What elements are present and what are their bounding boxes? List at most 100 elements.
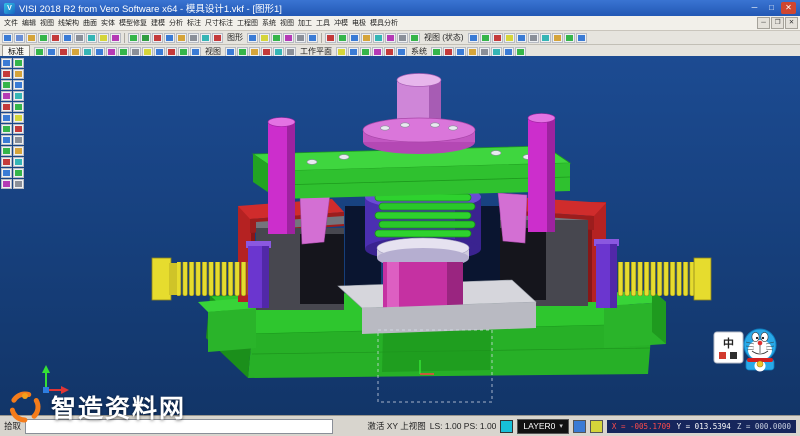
- toolbar-icon[interactable]: [349, 33, 360, 43]
- toolbar-icon[interactable]: [273, 47, 284, 57]
- toolbar-icon[interactable]: [94, 47, 105, 57]
- menu-item[interactable]: 文件: [2, 18, 20, 28]
- palette-icon[interactable]: [13, 58, 24, 68]
- palette-icon[interactable]: [13, 113, 24, 123]
- green-spring[interactable]: [375, 194, 475, 237]
- toolbar-icon[interactable]: [455, 47, 466, 57]
- palette-icon[interactable]: [13, 80, 24, 90]
- toolbar-icon[interactable]: [74, 33, 85, 43]
- toolbar-icon[interactable]: [140, 33, 151, 43]
- palette-icon[interactable]: [1, 69, 12, 79]
- palette-icon[interactable]: [1, 80, 12, 90]
- toolbar-icon[interactable]: [106, 47, 117, 57]
- palette-icon[interactable]: [13, 179, 24, 189]
- toolbar-icon[interactable]: [397, 33, 408, 43]
- toolbar-icon[interactable]: [295, 33, 306, 43]
- toolbar-icon[interactable]: [188, 33, 199, 43]
- palette-icon[interactable]: [13, 168, 24, 178]
- snap-toggle-icon[interactable]: [573, 420, 586, 433]
- palette-icon[interactable]: [1, 168, 12, 178]
- toolbar-icon[interactable]: [86, 33, 97, 43]
- palette-icon[interactable]: [1, 91, 12, 101]
- toolbar-icon[interactable]: [325, 33, 336, 43]
- palette-icon[interactable]: [1, 113, 12, 123]
- toolbar-icon[interactable]: [58, 47, 69, 57]
- viewport-canvas[interactable]: 中: [0, 56, 800, 415]
- toolbar-icon[interactable]: [2, 33, 13, 43]
- toolbar-icon[interactable]: [142, 47, 153, 57]
- toolbar-icon[interactable]: [348, 47, 359, 57]
- toolbar-icon[interactable]: [552, 33, 563, 43]
- toolbar-icon[interactable]: [443, 47, 454, 57]
- toolbar-icon[interactable]: [176, 33, 187, 43]
- toolbar-icon[interactable]: [479, 47, 490, 57]
- toolbar-icon[interactable]: [166, 47, 177, 57]
- toolbar-icon[interactable]: [130, 47, 141, 57]
- palette-icon[interactable]: [13, 146, 24, 156]
- toolbar-icon[interactable]: [237, 47, 248, 57]
- toolbar-icon[interactable]: [271, 33, 282, 43]
- right-guide-pillar[interactable]: [528, 114, 555, 233]
- toolbar-icon[interactable]: [164, 33, 175, 43]
- toolbar-icon[interactable]: [540, 33, 551, 43]
- menu-item[interactable]: 实体: [99, 18, 117, 28]
- menu-item[interactable]: 分析: [167, 18, 185, 28]
- palette-icon[interactable]: [13, 124, 24, 134]
- punch-cylinder[interactable]: [383, 262, 463, 308]
- left-guide-pillar[interactable]: [268, 118, 295, 235]
- toolbar-icon[interactable]: [337, 33, 348, 43]
- menu-item[interactable]: 工程图: [235, 18, 260, 28]
- palette-icon[interactable]: [1, 179, 12, 189]
- palette-icon[interactable]: [1, 58, 12, 68]
- toolbar-icon[interactable]: [396, 47, 407, 57]
- toolbar-icon[interactable]: [361, 33, 372, 43]
- toolbar-icon[interactable]: [259, 33, 270, 43]
- maximize-button[interactable]: □: [764, 2, 779, 14]
- palette-icon[interactable]: [1, 146, 12, 156]
- palette-icon[interactable]: [13, 135, 24, 145]
- toolbar-icon[interactable]: [152, 33, 163, 43]
- palette-icon[interactable]: [1, 102, 12, 112]
- toolbar-icon[interactable]: [190, 47, 201, 57]
- toolbar-icon[interactable]: [98, 33, 109, 43]
- toolbar-icon[interactable]: [110, 33, 121, 43]
- menu-item[interactable]: 系统: [260, 18, 278, 28]
- menu-item[interactable]: 建模: [149, 18, 167, 28]
- doc-restore-button[interactable]: ❐: [771, 17, 784, 29]
- palette-icon[interactable]: [13, 102, 24, 112]
- menu-item[interactable]: 线架构: [56, 18, 81, 28]
- toolbar-icon[interactable]: [491, 47, 502, 57]
- toolbar-icon[interactable]: [212, 33, 223, 43]
- toolbar-icon[interactable]: [480, 33, 491, 43]
- grid-toggle-icon[interactable]: [590, 420, 603, 433]
- toolbar-icon[interactable]: [247, 33, 258, 43]
- minimize-button[interactable]: ─: [747, 2, 762, 14]
- palette-icon[interactable]: [13, 157, 24, 167]
- toolbar-icon[interactable]: [46, 47, 57, 57]
- palette-icon[interactable]: [1, 157, 12, 167]
- toolbar-icon[interactable]: [431, 47, 442, 57]
- upper-plate[interactable]: [253, 146, 570, 199]
- menu-item[interactable]: 标注: [185, 18, 203, 28]
- top-flange[interactable]: [363, 118, 475, 154]
- toolbar-icon[interactable]: [528, 33, 539, 43]
- toolbar-icon[interactable]: [467, 47, 478, 57]
- close-button[interactable]: ✕: [781, 2, 796, 14]
- toolbar-icon[interactable]: [118, 47, 129, 57]
- toolbar-icon[interactable]: [385, 33, 396, 43]
- right-guide-bush[interactable]: [498, 193, 527, 243]
- toolbar-icon[interactable]: [38, 33, 49, 43]
- menu-item[interactable]: 编辑: [20, 18, 38, 28]
- toolbar-icon[interactable]: [200, 33, 211, 43]
- toolbar-icon[interactable]: [360, 47, 371, 57]
- toolbar-icon[interactable]: [70, 47, 81, 57]
- color-swatch[interactable]: [500, 420, 513, 433]
- menu-item[interactable]: 电极: [350, 18, 368, 28]
- doc-minimize-button[interactable]: ─: [757, 17, 770, 29]
- toolbar-icon[interactable]: [372, 47, 383, 57]
- palette-icon[interactable]: [13, 91, 24, 101]
- active-view-label[interactable]: 激活 XY 上视图: [367, 420, 425, 432]
- toolbar-icon[interactable]: [515, 47, 526, 57]
- toolbar-icon[interactable]: [516, 33, 527, 43]
- toolbar-icon[interactable]: [384, 47, 395, 57]
